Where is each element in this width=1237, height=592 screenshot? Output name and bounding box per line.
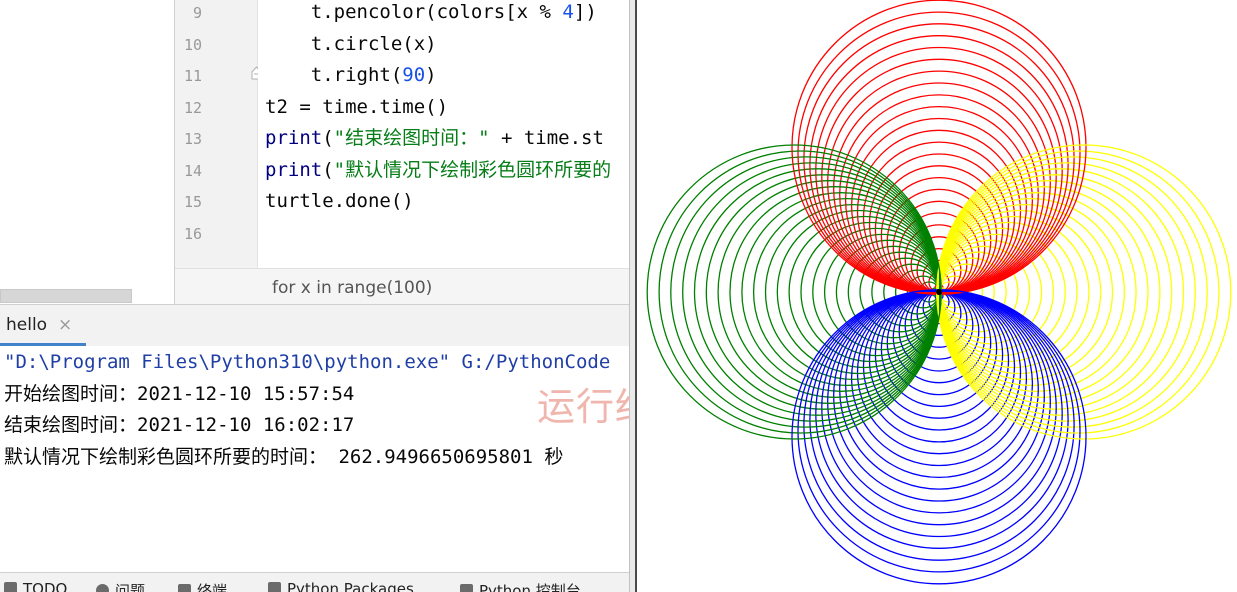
turtle-ring [833,82,1045,295]
turtle-ring [936,168,1185,416]
bottom-tool-bar: TODO 问题 终端 Python Packages Python 控制台 [0,572,629,592]
turtle-ring [693,168,942,416]
console-output-line: 结束绘图时间：2021-12-10 16:02:17 [4,414,355,436]
code-token: + time.st [489,127,604,149]
code-token: t.pencolor(colors[x % [265,1,563,23]
tool-button-1[interactable]: 问题 [96,580,145,592]
code-token: ) [425,64,437,86]
code-token: t.right( [265,64,403,86]
code-line[interactable]: t.pencolor(colors[x % 4]) [265,0,597,24]
code-token: 4 [562,1,574,23]
turtle-graphics-window [637,0,1237,592]
tool-button-label: TODO [23,580,68,592]
turtle-ring [936,186,1149,398]
list-icon [4,582,17,592]
line-number: 16 [183,224,202,243]
tool-button-label: Python Packages [287,580,414,592]
code-token: t.circle(x) [265,32,437,55]
code-line[interactable]: print("默认情况下绘制彩色圆环所要的 [265,158,611,182]
turtle-cursor-icon [936,289,942,295]
console-output-line: "D:\Program Files\Python310\python.exe" … [4,351,611,373]
line-number: 11 [183,67,202,85]
window-splitter[interactable] [629,0,637,592]
code-token: print [265,158,323,181]
code-editor[interactable]: t.pencolor(colors[x % 4]) t.circle(x) t.… [258,0,629,268]
line-number: 15 [183,193,202,211]
tool-button-3[interactable]: Python Packages [268,580,414,592]
turtle-ring [729,186,942,398]
code-token: "结束绘图时间：" [333,127,490,149]
tool-button-0[interactable]: TODO [4,580,67,592]
close-icon[interactable]: × [58,315,72,335]
terminal-icon [178,584,191,592]
code-token: ( [322,158,334,181]
code-line[interactable]: print("结束绘图时间：" + time.st [265,126,604,150]
line-number: 14 [183,161,202,180]
run-tab-label[interactable]: hello [6,315,47,335]
turtle-ring [833,289,1045,502]
code-line[interactable]: t.right(90) [265,63,437,87]
tool-button-label: Python 控制台 [479,582,581,592]
breadcrumb-label[interactable]: for x in range(100) [272,278,432,298]
tool-button-2[interactable]: 终端 [178,580,227,592]
console-output-line: 默认情况下绘制彩色圆环所要的时间： 262.9496650695801 秒 [4,445,564,468]
ide-window: 9 10 11 12 13 14 15 16 t.pencolor(colors[x % 4]… [0,0,629,592]
code-token: turtle.done() [265,190,414,212]
turtle-ring [815,46,1063,295]
python-console-icon [460,584,473,592]
code-line[interactable]: t.circle(x) [265,32,437,56]
watermark-label: 运行结果 [537,385,629,429]
tool-button-4[interactable]: Python 控制台 [460,580,581,592]
code-token: "默认情况下绘制彩色圆环所要的 [333,158,612,181]
code-token: print [265,127,323,149]
code-token: ]) [573,1,597,23]
breadcrumb[interactable]: for x in range(100) [175,268,629,304]
code-token: 90 [402,64,426,86]
turtle-canvas [646,0,1232,585]
run-tab-hello[interactable]: hello × [0,305,86,346]
code-token: t2 = time.time() [265,95,449,118]
line-number: 9 [192,4,202,22]
problems-icon [96,584,109,592]
project-pane [0,0,174,304]
code-line[interactable]: t2 = time.time() [265,95,448,119]
project-horizontal-scrollbar[interactable] [0,289,132,303]
line-number: 10 [183,35,202,54]
tool-button-label: 终端 [197,582,228,592]
line-number: 13 [183,130,202,148]
turtle-ring [815,289,1063,538]
line-number: 12 [183,98,202,117]
run-console[interactable]: "D:\Program Files\Python310\python.exe" … [0,346,629,572]
packages-icon [268,582,281,592]
line-number-gutter: 9 10 11 12 13 14 15 16 [175,0,257,268]
code-token: ( [322,127,334,149]
run-tool-window-header: hello × [0,304,629,346]
console-output-line: 开始绘图时间：2021-12-10 15:57:54 [4,382,355,405]
code-line[interactable]: turtle.done() [265,189,414,213]
tool-button-label: 问题 [115,582,146,592]
